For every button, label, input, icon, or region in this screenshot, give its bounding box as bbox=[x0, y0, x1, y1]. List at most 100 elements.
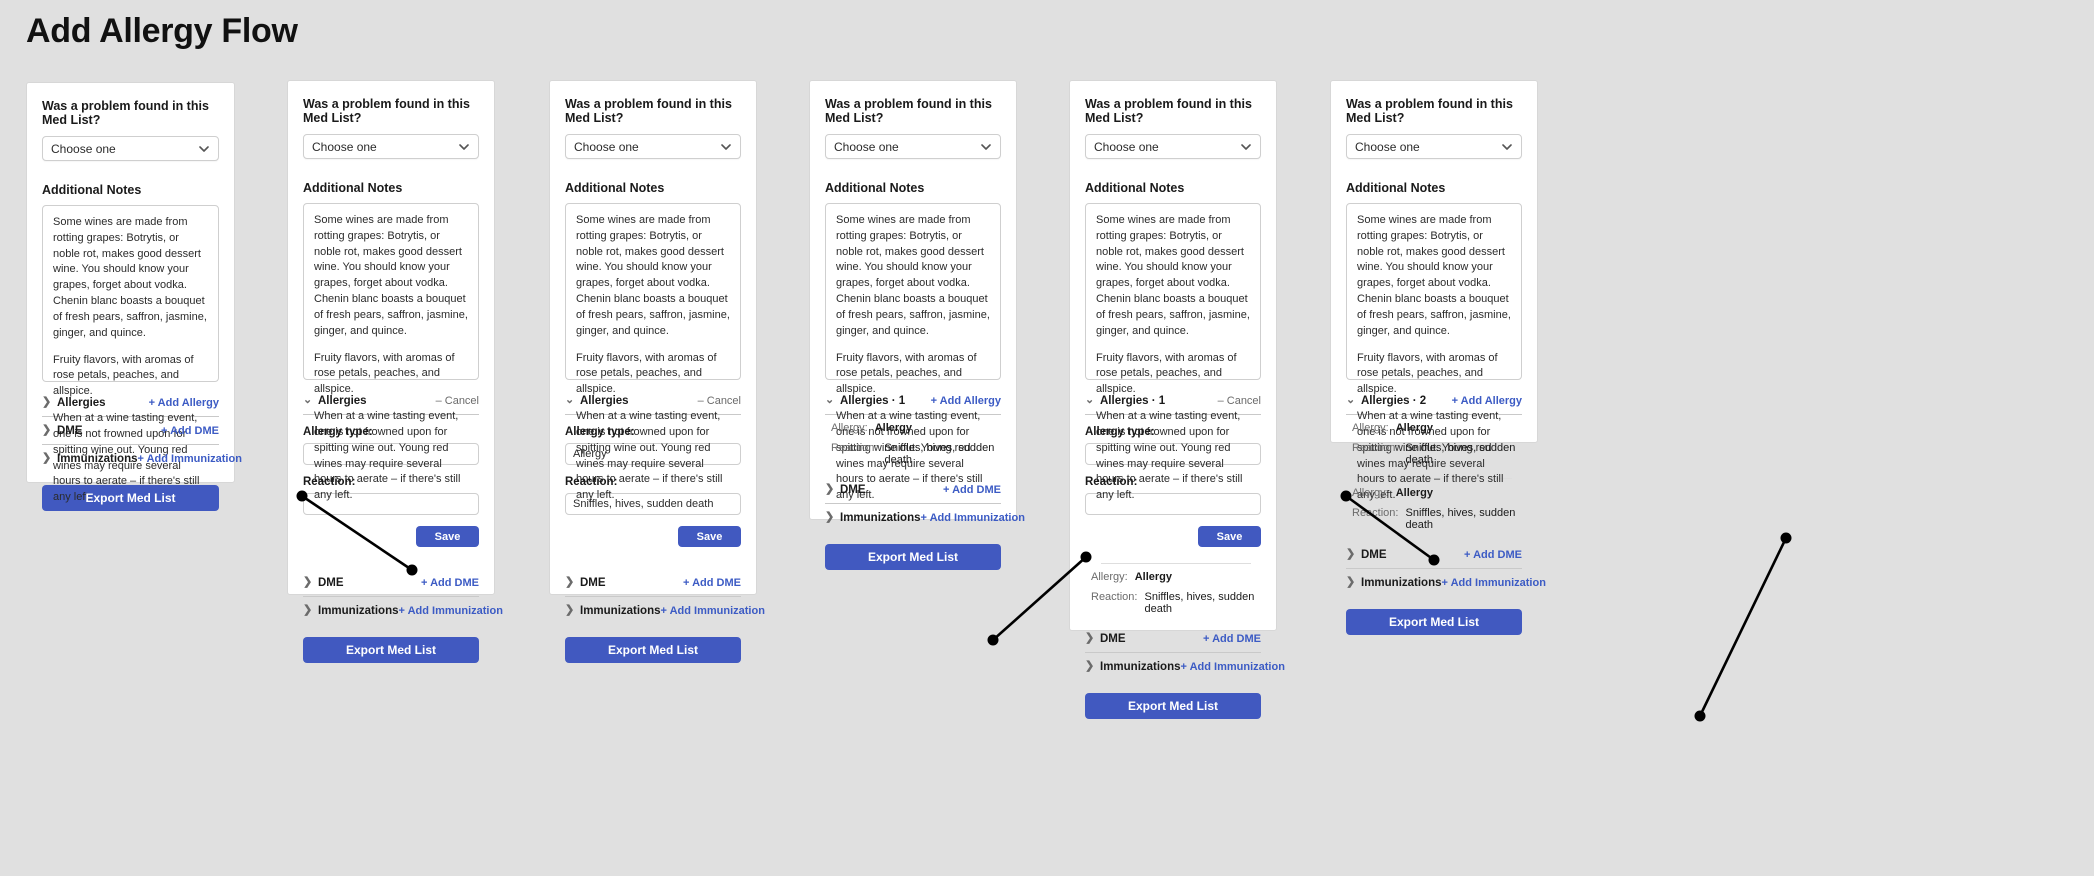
cancel-allergy-link[interactable]: – Cancel bbox=[436, 395, 479, 407]
problem-found-select[interactable]: Choose one bbox=[1346, 134, 1522, 159]
allergy-entry-type-value: Allergy bbox=[1395, 487, 1433, 499]
allergy-entry-reaction-value: Sniffles, hives, sudden death bbox=[1405, 442, 1516, 466]
annotation-arrow-4-start-dot bbox=[1694, 710, 1706, 722]
additional-notes-textarea[interactable]: Some wines are made from rotting grapes:… bbox=[565, 203, 741, 501]
accordion-allergies-label: Allergies bbox=[318, 394, 367, 407]
chevron-right-icon: ❯ bbox=[565, 576, 575, 588]
chevron-right-icon: ❯ bbox=[825, 511, 835, 523]
accordion-dme[interactable]: ❯ DME + Add DME bbox=[1346, 541, 1522, 568]
accordion-dme-label: DME bbox=[840, 483, 866, 496]
select-value: Choose one bbox=[1094, 139, 1159, 154]
add-immunization-link[interactable]: + Add Immunization bbox=[661, 605, 765, 617]
notes-paragraph-1: Some wines are made from rotting grapes:… bbox=[1096, 214, 1250, 337]
notes-paragraph-1: Some wines are made from rotting grapes:… bbox=[576, 214, 730, 337]
accordion-immunizations-left: ❯ Immunizations bbox=[303, 605, 399, 617]
additional-notes-label: Additional Notes bbox=[42, 183, 142, 197]
cancel-allergy-link[interactable]: – Cancel bbox=[698, 395, 741, 407]
allergy-entry-type-key: Allergy: bbox=[1091, 571, 1128, 583]
accordion-immunizations-label: Immunizations bbox=[318, 604, 399, 617]
accordion-immunizations-label: Immunizations bbox=[1361, 576, 1442, 589]
accordion-allergies-label: Allergies bbox=[57, 396, 106, 409]
accordion-allergies-left: ⌄ Allergies · 1 bbox=[825, 395, 905, 407]
additional-notes-textarea[interactable]: Some wines are made from rotting grapes:… bbox=[303, 203, 479, 501]
chevron-right-icon: ❯ bbox=[1346, 548, 1356, 560]
accordion-immunizations[interactable]: ❯ Immunizations + Add Immunization bbox=[1085, 653, 1285, 680]
add-dme-link[interactable]: + Add DME bbox=[683, 577, 741, 589]
question-label: Was a problem found in this Med List? bbox=[303, 97, 470, 125]
problem-found-select[interactable]: Choose one bbox=[1085, 134, 1261, 159]
additional-notes-textarea[interactable]: Some wines are made from rotting grapes:… bbox=[825, 203, 1001, 501]
chevron-down-icon: ⌄ bbox=[1346, 394, 1356, 406]
chevron-down-icon bbox=[721, 143, 731, 150]
accordion-dme-label: DME bbox=[580, 576, 606, 589]
chevron-right-icon: ❯ bbox=[42, 424, 52, 436]
accordion-immunizations-label: Immunizations bbox=[57, 452, 138, 465]
allergy-entry-type-value: Allergy bbox=[874, 422, 912, 434]
select-value: Choose one bbox=[312, 139, 377, 154]
accordion-immunizations-left: ❯ Immunizations bbox=[565, 605, 661, 617]
add-allergy-link[interactable]: + Add Allergy bbox=[1452, 395, 1522, 407]
export-med-list-button[interactable]: Export Med List bbox=[1346, 609, 1522, 635]
accordion-dme-label: DME bbox=[1100, 632, 1126, 645]
accordion-immunizations[interactable]: ❯ Immunizations + Add Immunization bbox=[303, 597, 503, 624]
allergy-entry-type-key: Allergy: bbox=[831, 422, 868, 434]
accordion-immunizations-label: Immunizations bbox=[1100, 660, 1181, 673]
chevron-down-icon: ⌄ bbox=[565, 394, 575, 406]
export-med-list-button[interactable]: Export Med List bbox=[303, 637, 479, 663]
problem-found-select[interactable]: Choose one bbox=[825, 134, 1001, 159]
notes-paragraph-1: Some wines are made from rotting grapes:… bbox=[314, 214, 468, 337]
export-med-list-button[interactable]: Export Med List bbox=[565, 637, 741, 663]
allergy-entry-reaction-line: Reaction: Sniffles, hives, sudden death bbox=[1091, 591, 1261, 615]
accordion-dme[interactable]: ❯ DME + Add DME bbox=[303, 569, 479, 596]
accordion-immunizations-label: Immunizations bbox=[580, 604, 661, 617]
accordion-immunizations[interactable]: ❯ Immunizations + Add Immunization bbox=[565, 597, 765, 624]
add-dme-link[interactable]: + Add DME bbox=[943, 484, 1001, 496]
allergy-entry-reaction-value: Sniffles, hives, sudden death bbox=[1405, 507, 1516, 531]
save-allergy-button[interactable]: Save bbox=[678, 526, 741, 547]
allergy-entry: Allergy: Allergy Reaction: Sniffles, hiv… bbox=[1085, 564, 1261, 625]
accordion-immunizations[interactable]: ❯ Immunizations + Add Immunization bbox=[825, 504, 1025, 531]
add-dme-link[interactable]: + Add DME bbox=[1203, 633, 1261, 645]
add-immunization-link[interactable]: + Add Immunization bbox=[138, 453, 242, 465]
problem-found-select[interactable]: Choose one bbox=[565, 134, 741, 159]
allergy-entry-reaction-key: Reaction: bbox=[831, 442, 878, 454]
chevron-right-icon: ❯ bbox=[1346, 576, 1356, 588]
chevron-right-icon: ❯ bbox=[565, 604, 575, 616]
export-med-list-button[interactable]: Export Med List bbox=[825, 544, 1001, 570]
save-allergy-button[interactable]: Save bbox=[1198, 526, 1261, 547]
add-dme-link[interactable]: + Add DME bbox=[161, 425, 219, 437]
accordion-immunizations-left: ❯ Immunizations bbox=[825, 512, 921, 524]
chevron-down-icon bbox=[1241, 143, 1251, 150]
allergy-entry-reaction-key: Reaction: bbox=[1352, 507, 1399, 519]
problem-found-select[interactable]: Choose one bbox=[303, 134, 479, 159]
accordion-allergies-label: Allergies · 2 bbox=[1361, 394, 1427, 407]
accordion-immunizations[interactable]: ❯ Immunizations + Add Immunization bbox=[1346, 569, 1546, 596]
additional-notes-textarea[interactable]: Some wines are made from rotting grapes:… bbox=[42, 205, 219, 503]
add-immunization-link[interactable]: + Add Immunization bbox=[921, 512, 1025, 524]
add-allergy-link[interactable]: + Add Allergy bbox=[149, 397, 219, 409]
accordion-dme[interactable]: ❯ DME + Add DME bbox=[565, 569, 741, 596]
additional-notes-textarea[interactable]: Some wines are made from rotting grapes:… bbox=[1346, 203, 1522, 501]
allergy-entry-type-value: Allergy bbox=[1134, 571, 1172, 583]
accordion-dme[interactable]: ❯ DME + Add DME bbox=[1085, 625, 1261, 652]
chevron-down-icon: ⌄ bbox=[1085, 394, 1095, 406]
add-allergy-link[interactable]: + Add Allergy bbox=[931, 395, 1001, 407]
add-immunization-link[interactable]: + Add Immunization bbox=[1181, 661, 1285, 673]
accordion-allergies-left: ⌄ Allergies · 1 bbox=[1085, 395, 1165, 407]
export-med-list-button[interactable]: Export Med List bbox=[1085, 693, 1261, 719]
annotation-arrow-4 bbox=[1698, 537, 1788, 717]
accordion-dme-left: ❯ DME bbox=[42, 425, 83, 437]
allergy-entry-reaction-key: Reaction: bbox=[1091, 591, 1138, 603]
add-immunization-link[interactable]: + Add Immunization bbox=[1442, 577, 1546, 589]
additional-notes-textarea[interactable]: Some wines are made from rotting grapes:… bbox=[1085, 203, 1261, 501]
flow-card-5: Was a problem found in this Med List? Ch… bbox=[1069, 80, 1285, 719]
chevron-right-icon: ❯ bbox=[1085, 632, 1095, 644]
cancel-allergy-link[interactable]: – Cancel bbox=[1218, 395, 1261, 407]
add-dme-link[interactable]: + Add DME bbox=[1464, 549, 1522, 561]
add-dme-link[interactable]: + Add DME bbox=[421, 577, 479, 589]
save-allergy-button[interactable]: Save bbox=[416, 526, 479, 547]
add-immunization-link[interactable]: + Add Immunization bbox=[399, 605, 503, 617]
chevron-down-icon bbox=[199, 145, 209, 152]
problem-found-select[interactable]: Choose one bbox=[42, 136, 219, 161]
allergy-entry-reaction-value: Sniffles, hives, sudden death bbox=[884, 442, 995, 466]
